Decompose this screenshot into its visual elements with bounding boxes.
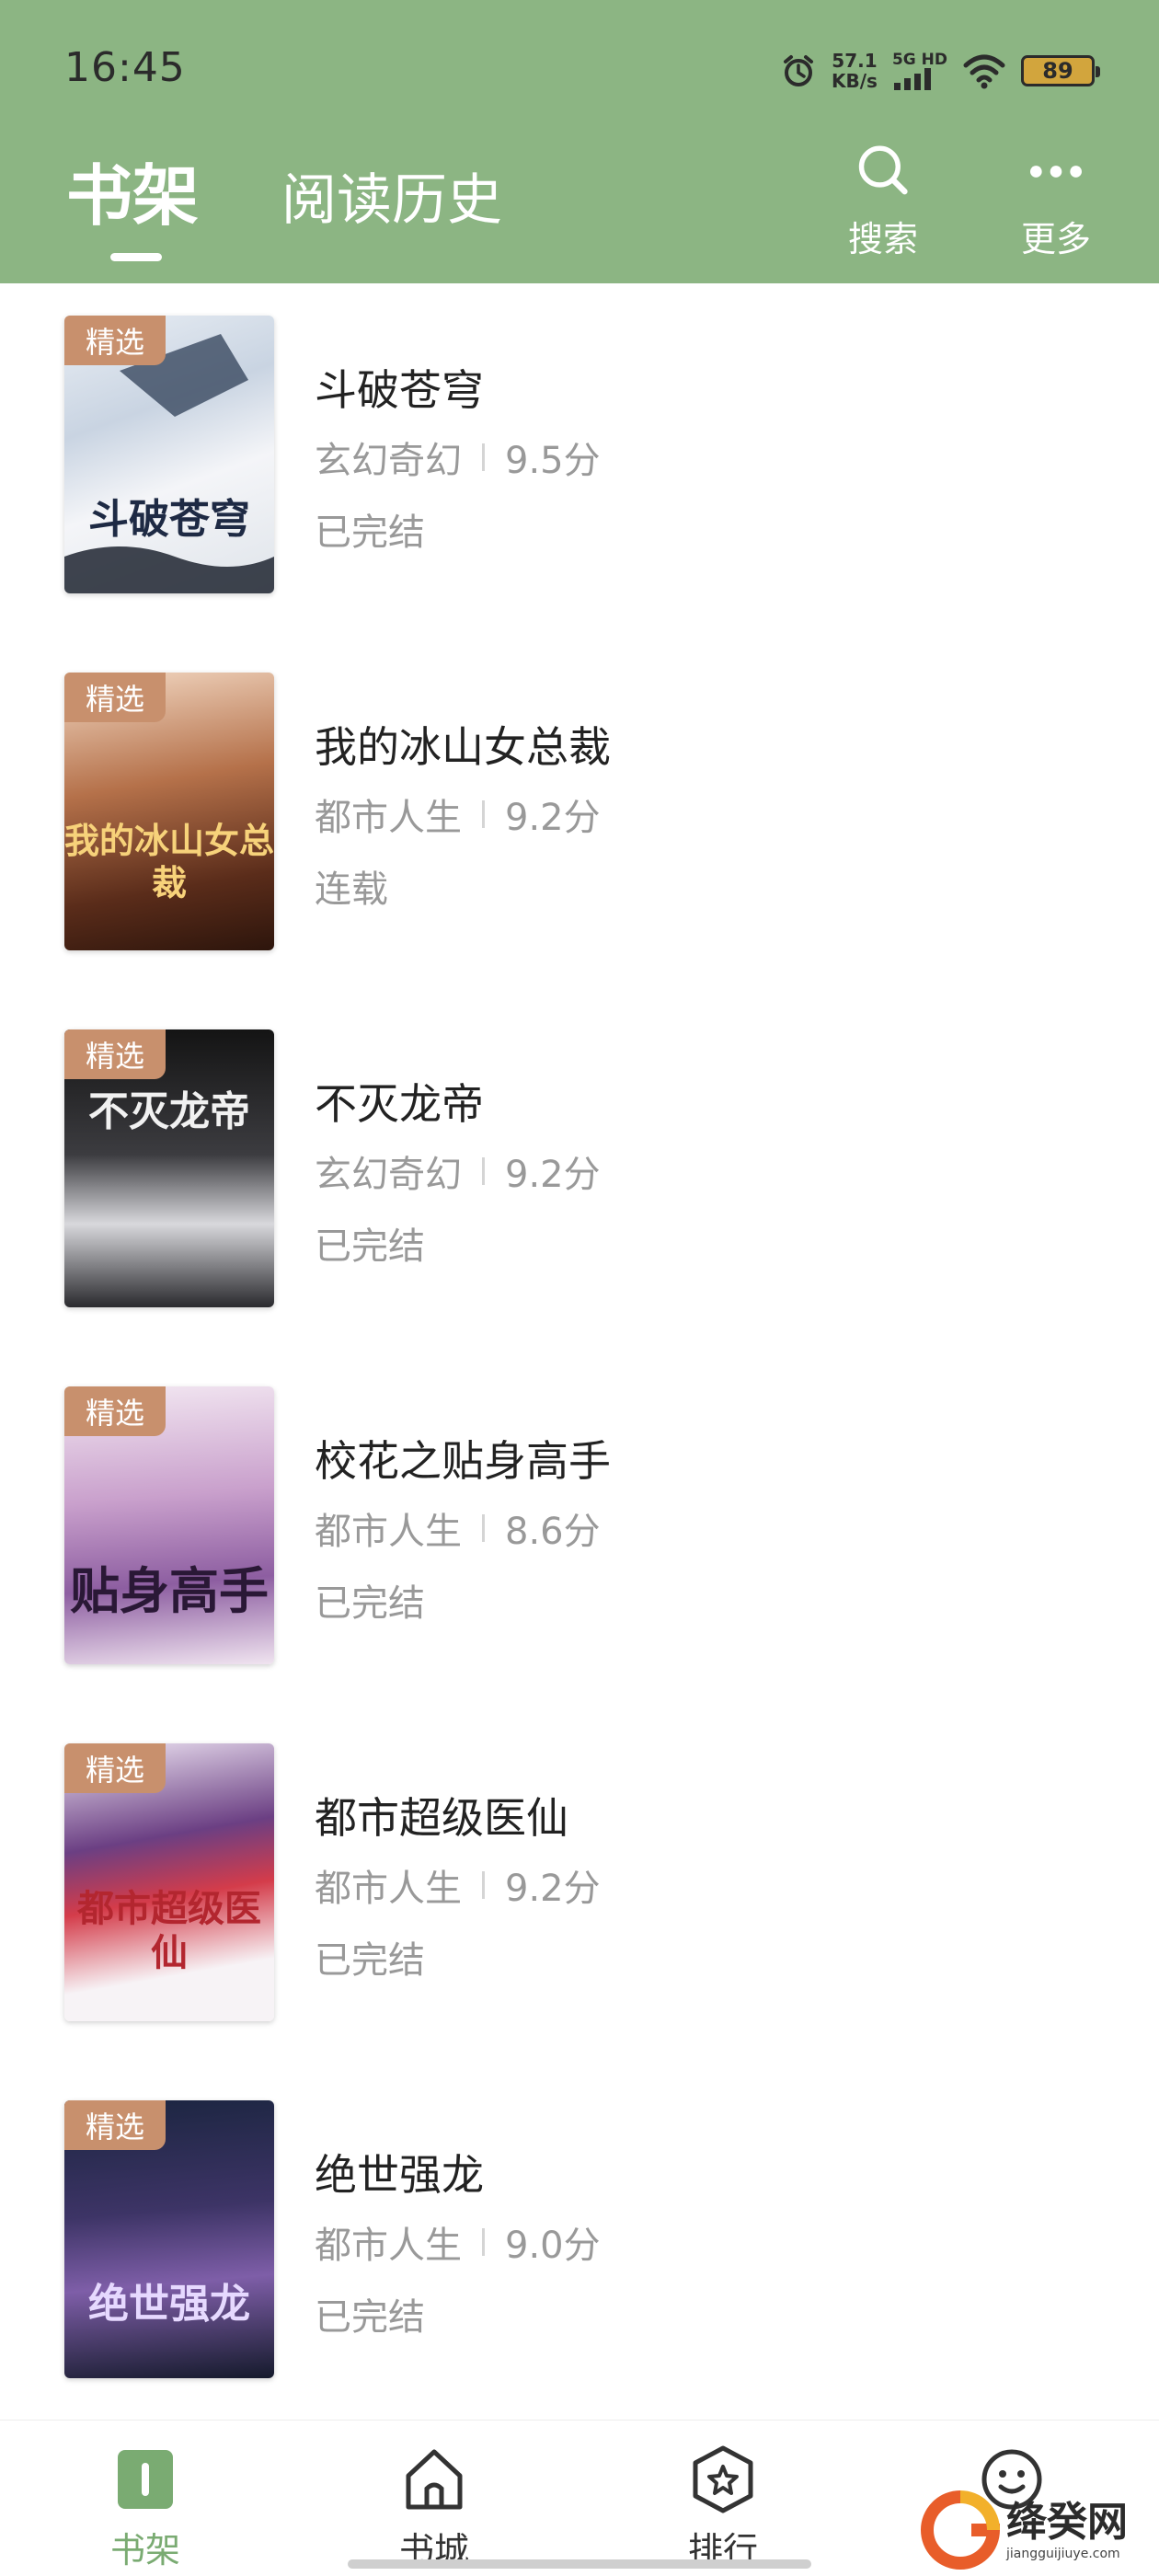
meta-divider — [482, 1514, 485, 1542]
book-cover[interactable]: 贴身高手 精选 — [64, 1386, 274, 1664]
book-score: 9.2分 — [505, 1868, 601, 1910]
watermark-url: jiangguijiuye.com — [1006, 2547, 1120, 2561]
book-title[interactable]: 绝世强龙 — [315, 2142, 484, 2202]
book-status: 已完结 — [315, 1582, 425, 1625]
nav-ranking[interactable]: 排行 — [649, 2443, 797, 2572]
search-icon — [858, 145, 908, 195]
featured-badge: 精选 — [64, 1029, 166, 1079]
book-title[interactable]: 校花之贴身高手 — [315, 1428, 611, 1489]
book-item[interactable]: 我的冰山女总裁 精选 我的冰山女总裁 都市人生 9.2分 连载 — [0, 640, 1159, 950]
book-cover[interactable]: 斗破苍穹 精选 — [64, 316, 274, 593]
meta-divider — [482, 2228, 485, 2256]
cover-title: 都市超级医仙 — [77, 1887, 261, 1974]
book-cover[interactable]: 不灭龙帝 精选 — [64, 1029, 274, 1307]
book-score: 9.2分 — [505, 1154, 601, 1196]
book-score: 9.2分 — [505, 797, 601, 839]
book-status: 已完结 — [315, 1225, 425, 1268]
book-item[interactable]: 绝世强龙 精选 绝世强龙 都市人生 9.0分 已完结 — [0, 2068, 1159, 2378]
wifi-icon — [963, 54, 1005, 89]
tab-bookshelf[interactable]: 书架 — [66, 155, 199, 261]
book-cover[interactable]: 都市超级医仙 精选 — [64, 1743, 274, 2021]
home-indicator[interactable] — [348, 2559, 811, 2569]
nav-bookshelf[interactable]: 书架 — [72, 2443, 219, 2572]
app-header: 16:45 57.1 KB/s 5G HD 89 书架 阅读历史 搜索 更多 — [0, 0, 1159, 283]
cover-title: 斗破苍穹 — [88, 496, 250, 543]
book-genre: 玄幻奇幻 — [315, 440, 462, 482]
search-label: 搜索 — [847, 219, 918, 259]
book-item[interactable]: 贴身高手 精选 校花之贴身高手 都市人生 8.6分 已完结 — [0, 1354, 1159, 1664]
status-time: 16:45 — [64, 44, 186, 91]
alarm-icon — [784, 55, 813, 86]
book-genre: 都市人生 — [315, 797, 462, 839]
search-button[interactable]: 搜索 — [832, 142, 934, 261]
book-meta: 都市人生 8.6分 — [315, 1501, 601, 1555]
more-label: 更多 — [1020, 219, 1091, 259]
book-genre: 玄幻奇幻 — [315, 1154, 462, 1196]
meta-divider — [482, 443, 485, 471]
book-title[interactable]: 我的冰山女总裁 — [315, 714, 611, 775]
book-score: 9.5分 — [505, 440, 601, 482]
book-meta: 都市人生 9.2分 — [315, 788, 601, 841]
book-meta: 玄幻奇幻 9.2分 — [315, 1144, 601, 1198]
bookshelf-icon — [118, 2450, 173, 2509]
signal-label: 5G HD — [891, 51, 947, 69]
meta-divider — [482, 1157, 485, 1185]
book-meta: 都市人生 9.2分 — [315, 1858, 601, 1912]
net-speed-value: 57.1 — [832, 50, 878, 72]
book-cover[interactable]: 绝世强龙 精选 — [64, 2100, 274, 2378]
book-genre: 都市人生 — [315, 2225, 462, 2267]
featured-badge: 精选 — [64, 673, 166, 722]
watermark: 绛癸网 jiangguijiuye.com — [920, 2484, 1150, 2576]
meta-divider — [482, 800, 485, 828]
book-genre: 都市人生 — [315, 1868, 462, 1910]
book-item[interactable]: 斗破苍穹 精选 斗破苍穹 玄幻奇幻 9.5分 已完结 — [0, 283, 1159, 593]
nav-bookstore[interactable]: 书城 — [361, 2443, 508, 2572]
book-item[interactable]: 都市超级医仙 精选 都市超级医仙 都市人生 9.2分 已完结 — [0, 1711, 1159, 2021]
rank-star-icon — [693, 2445, 753, 2513]
featured-badge: 精选 — [64, 2100, 166, 2150]
featured-badge: 精选 — [64, 1386, 166, 1436]
net-speed: 57.1 KB/s — [832, 51, 878, 91]
tab-reading-history[interactable]: 阅读历史 — [281, 164, 502, 237]
book-status: 已完结 — [315, 1939, 425, 1982]
watermark-name: 绛癸网 — [1006, 2499, 1128, 2546]
home-icon — [406, 2449, 463, 2510]
book-meta: 都市人生 9.0分 — [315, 2215, 601, 2269]
cover-title: 贴身高手 — [70, 1561, 269, 1620]
book-status: 连载 — [315, 868, 388, 911]
watermark-logo-icon — [921, 2490, 1001, 2570]
book-item[interactable]: 不灭龙帝 精选 不灭龙帝 玄幻奇幻 9.2分 已完结 — [0, 997, 1159, 1307]
nav-bookshelf-label: 书架 — [109, 2530, 180, 2570]
book-meta: 玄幻奇幻 9.5分 — [315, 431, 601, 484]
top-tabs: 书架 阅读历史 — [66, 155, 502, 261]
book-score: 9.0分 — [505, 2225, 601, 2267]
battery-icon: 89 — [1021, 55, 1100, 86]
book-title[interactable]: 斗破苍穹 — [315, 357, 484, 418]
cover-title: 不灭龙帝 — [88, 1088, 250, 1135]
book-score: 8.6分 — [505, 1511, 601, 1553]
featured-badge: 精选 — [64, 1743, 166, 1793]
cell-signal: 5G HD — [892, 52, 947, 90]
book-title[interactable]: 都市超级医仙 — [315, 1785, 568, 1846]
book-cover[interactable]: 我的冰山女总裁 精选 — [64, 673, 274, 950]
book-genre: 都市人生 — [315, 1511, 462, 1553]
battery-level: 89 — [1042, 58, 1073, 84]
status-bar: 16:45 57.1 KB/s 5G HD 89 — [0, 0, 1159, 138]
more-button[interactable]: 更多 — [1005, 142, 1107, 261]
featured-badge: 精选 — [64, 316, 166, 365]
cell-signal-icon — [893, 68, 931, 90]
cover-title: 绝世强龙 — [88, 2281, 250, 2328]
book-status: 已完结 — [315, 2296, 425, 2339]
status-icons: 57.1 KB/s 5G HD 89 — [780, 48, 1100, 94]
more-dots-icon — [1030, 166, 1082, 178]
meta-divider — [482, 1871, 485, 1899]
book-title[interactable]: 不灭龙帝 — [315, 1071, 484, 1132]
cover-title: 我的冰山女总裁 — [64, 820, 274, 903]
net-speed-unit: KB/s — [832, 70, 878, 92]
book-status: 已完结 — [315, 512, 425, 554]
